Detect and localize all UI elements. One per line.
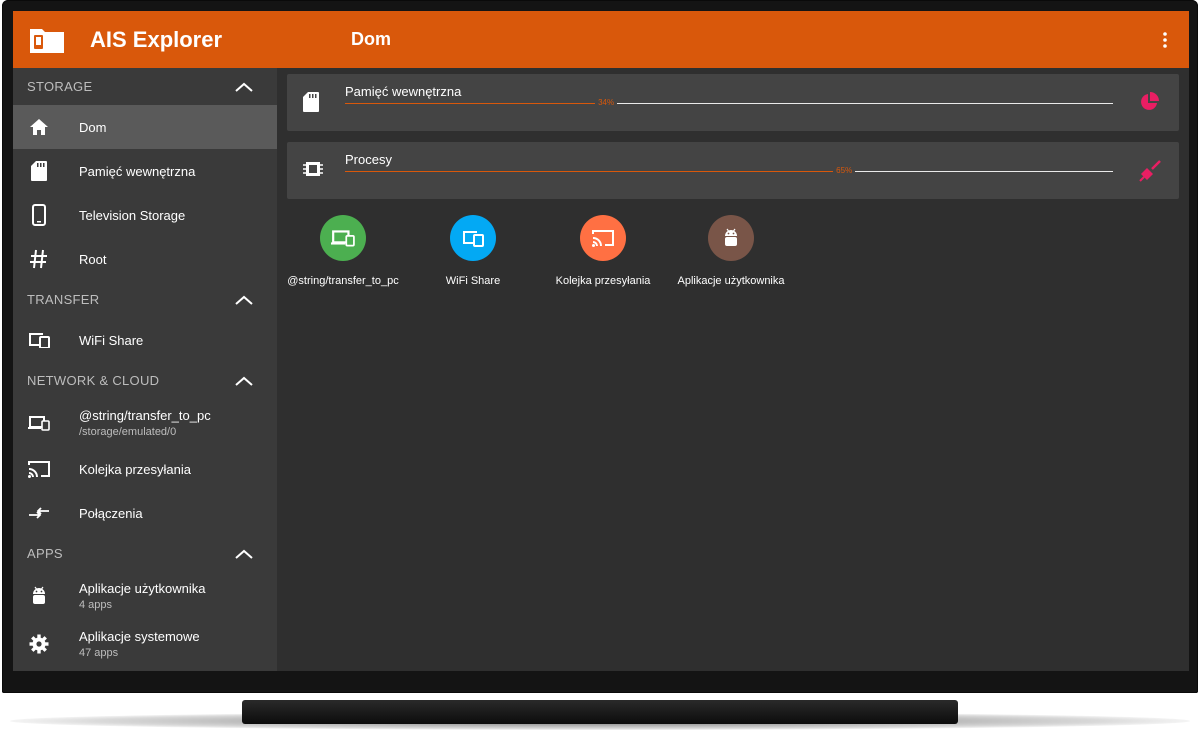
shortcut-label: Aplikacje użytkownika — [677, 275, 785, 287]
home-icon — [27, 115, 51, 139]
sidebar-item-connections[interactable]: Połączenia — [13, 491, 277, 535]
chevron-up-icon[interactable] — [233, 80, 255, 94]
devices-icon — [463, 231, 484, 247]
gear-icon — [27, 632, 51, 656]
sidebar-item-label: WiFi Share — [79, 332, 144, 348]
hash-icon — [27, 247, 51, 271]
sidebar-item-television-storage[interactable]: Television Storage — [13, 193, 277, 237]
tv-stand — [242, 700, 958, 724]
shortcut-icon-circle — [708, 215, 754, 261]
cast-icon — [27, 457, 51, 481]
sidebar-item-label: Television Storage — [79, 207, 186, 223]
sidebar-item-transfer-to-pc[interactable]: @string/transfer_to_pc /storage/emulated… — [13, 399, 277, 447]
usage-progress-bar: 34% — [345, 98, 1113, 107]
navigation-drawer: AIS Explorer STORAGE Dom Pamięć wewnętrz… — [13, 11, 277, 671]
app-logo-icon — [28, 25, 66, 55]
sidebar-item-subtitle: 47 apps — [79, 647, 119, 659]
app-title: AIS Explorer — [90, 26, 223, 52]
sd-card-icon — [303, 92, 323, 114]
broom-icon[interactable] — [1139, 160, 1161, 182]
page-title: Dom — [351, 29, 391, 49]
section-header-network-cloud[interactable]: NETWORK & CLOUD — [13, 362, 277, 399]
android-icon — [725, 228, 737, 246]
shortcut-icon-circle — [450, 215, 496, 261]
drawer-header: AIS Explorer — [13, 11, 277, 68]
shortcut-wifi-share[interactable]: WiFi Share — [408, 215, 538, 287]
section-header-apps[interactable]: APPS — [13, 535, 277, 572]
card-title: Pamięć wewnętrzna — [345, 84, 462, 99]
sidebar-item-label: Połączenia — [79, 505, 143, 521]
phone-icon — [27, 203, 51, 227]
usage-percent: 34% — [595, 98, 618, 107]
chevron-up-icon[interactable] — [233, 293, 255, 307]
cast-icon — [592, 230, 614, 247]
section-header-transfer[interactable]: TRANSFER — [13, 281, 277, 318]
sidebar-item-label: Dom — [79, 119, 107, 135]
android-icon — [27, 584, 51, 608]
shortcut-label: WiFi Share — [445, 275, 501, 287]
sidebar-item-transfer-queue[interactable]: Kolejka przesyłania — [13, 447, 277, 491]
sidebar-item-label: Root — [79, 251, 107, 267]
section-title: NETWORK & CLOUD — [27, 373, 160, 388]
shortcut-icon-circle — [320, 215, 366, 261]
devices-icon — [27, 328, 51, 352]
sidebar-item-label: @string/transfer_to_pc — [79, 408, 211, 423]
shortcut-transfer-to-pc[interactable]: @string/transfer_to_pc — [278, 215, 408, 287]
shortcut-grid: @string/transfer_to_pc WiFi Share Kolejk… — [277, 215, 877, 295]
chevron-up-icon[interactable] — [233, 547, 255, 561]
sidebar-item-dom[interactable]: Dom — [13, 105, 277, 149]
storage-card-processes[interactable]: Procesy 65% — [287, 142, 1179, 199]
sidebar-item-internal-storage[interactable]: Pamięć wewnętrzna — [13, 149, 277, 193]
sidebar-item-subtitle: /storage/emulated/0 — [79, 426, 177, 438]
usage-percent: 65% — [833, 166, 856, 175]
sidebar-item-subtitle: 4 apps — [79, 599, 113, 611]
sidebar-item-label: Aplikacje systemowe — [79, 629, 200, 644]
more-vert-icon[interactable] — [1153, 28, 1177, 52]
swap-arrows-icon — [27, 501, 51, 525]
sidebar-item-label: Aplikacje użytkownika — [79, 581, 206, 596]
sidebar-item-label: Pamięć wewnętrzna — [79, 163, 196, 179]
sidebar-item-system-apps[interactable]: Aplikacje systemowe 47 apps — [13, 620, 277, 668]
chevron-up-icon[interactable] — [233, 374, 255, 388]
section-title: APPS — [27, 546, 63, 561]
shortcut-transfer-queue[interactable]: Kolejka przesyłania — [538, 215, 668, 287]
chip-icon — [303, 160, 323, 182]
section-header-storage[interactable]: STORAGE — [13, 68, 277, 105]
laptop-phone-icon — [331, 230, 355, 247]
shortcut-user-apps[interactable]: Aplikacje użytkownika — [666, 215, 796, 287]
card-title: Procesy — [345, 152, 392, 167]
screen: AIS Explorer STORAGE Dom Pamięć wewnętrz… — [13, 11, 1189, 671]
shortcut-label: @string/transfer_to_pc — [287, 275, 399, 287]
sidebar-item-label: Kolejka przesyłania — [79, 461, 192, 477]
section-title: STORAGE — [27, 79, 93, 94]
sidebar-item-root[interactable]: Root — [13, 237, 277, 281]
usage-progress-fill — [345, 103, 607, 104]
sidebar-item-wifi-share[interactable]: WiFi Share — [13, 318, 277, 362]
main-content: Dom Pamięć wewnętrzna 34% Procesy 65% @s… — [277, 11, 1189, 671]
shortcut-label: Kolejka przesyłania — [555, 275, 651, 287]
usage-progress-bar: 65% — [345, 166, 1113, 175]
usage-progress-fill — [345, 171, 845, 172]
shortcut-icon-circle — [580, 215, 626, 261]
sd-card-icon — [27, 159, 51, 183]
storage-card-internal[interactable]: Pamięć wewnętrzna 34% — [287, 74, 1179, 131]
section-title: TRANSFER — [27, 292, 100, 307]
sidebar-item-user-apps[interactable]: Aplikacje użytkownika 4 apps — [13, 572, 277, 620]
pie-chart-icon[interactable] — [1139, 92, 1161, 114]
toolbar: Dom — [277, 11, 1189, 68]
laptop-phone-icon — [27, 411, 51, 435]
